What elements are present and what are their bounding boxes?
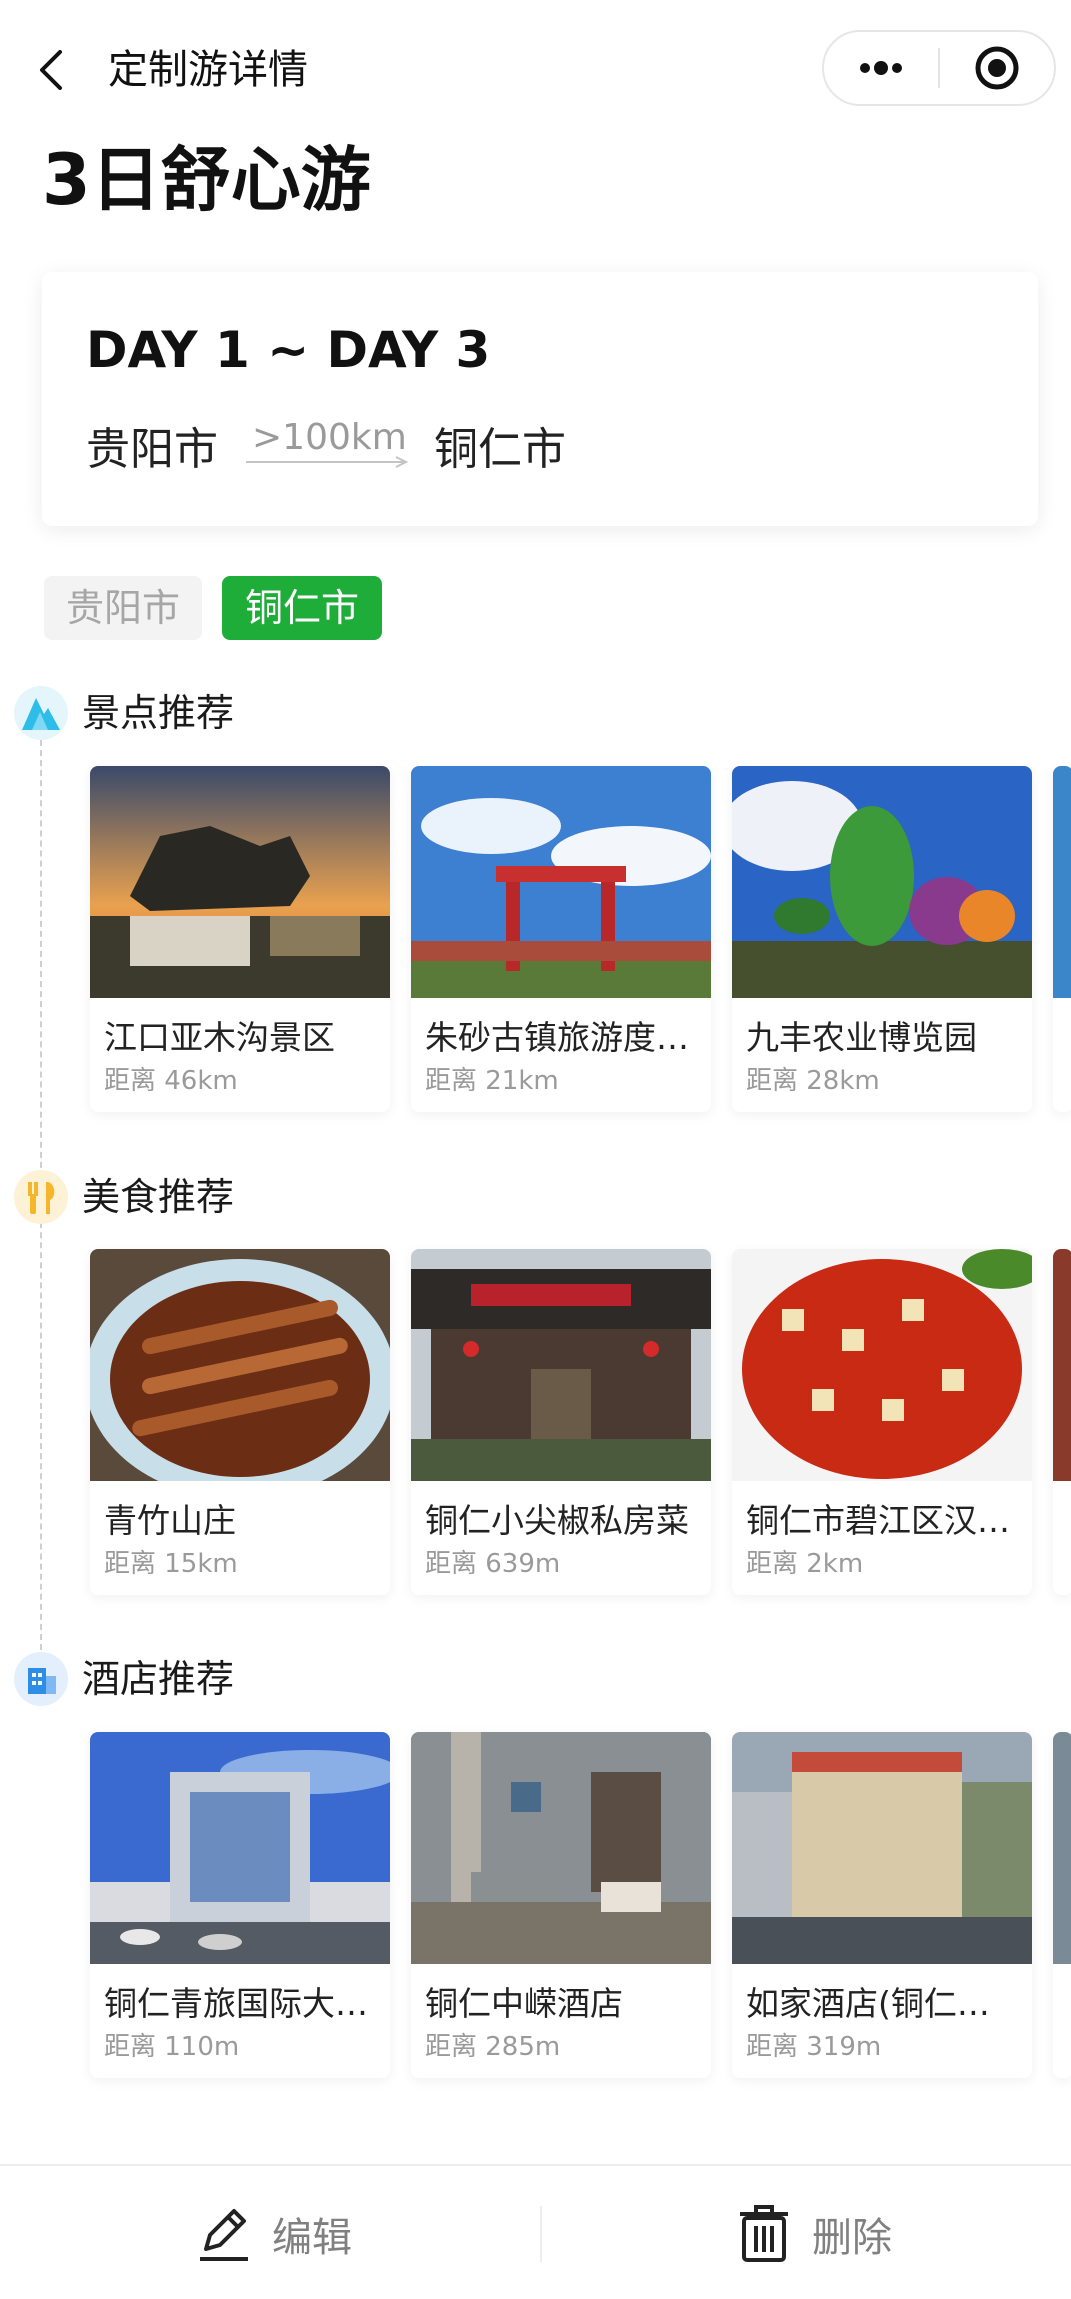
edit-button[interactable]: 编辑 — [196, 2166, 352, 2299]
delete-button[interactable]: 删除 — [736, 2166, 892, 2299]
pencil-icon — [200, 2208, 248, 2261]
bottom-action-bar: 编辑 删除 — [0, 2164, 1071, 2299]
hotel-distance: 距离 319m — [746, 2032, 882, 2062]
sight-card[interactable]: 朱砂古镇旅游度… 距离 21km — [411, 766, 711, 1112]
building-icon — [14, 1652, 68, 1706]
food-name: 铜仁市碧江区汉… — [746, 1501, 1010, 1540]
close-miniprogram-button[interactable] — [940, 32, 1054, 104]
edit-label: 编辑 — [272, 2214, 352, 2261]
food-name: 青竹山庄 — [104, 1501, 236, 1540]
route-card: DAY 1 ~ DAY 3 贵阳市 >100km 铜仁市 — [42, 272, 1038, 526]
food-photo — [1053, 1249, 1071, 1481]
route-origin: 贵阳市 — [86, 424, 218, 475]
section-title-hotels: 酒店推荐 — [82, 1657, 235, 1701]
mini-program-capsule — [822, 30, 1056, 106]
hotel-card[interactable]: 铜仁中嵘酒店 距离 285m — [411, 1732, 711, 2078]
tab-city-tongren[interactable]: 铜仁市 — [222, 576, 382, 640]
nav-title: 定制游详情 — [108, 47, 308, 93]
hotel-name: 如家酒店(铜仁火… — [746, 1984, 1022, 2023]
hotel-card[interactable]: 如家酒店(铜仁火… 距离 319m — [732, 1732, 1032, 2078]
sight-photo — [411, 766, 711, 998]
sight-name: 九丰农业博览园 — [746, 1018, 977, 1057]
food-card[interactable]: 青竹山庄 距离 15km — [90, 1249, 390, 1595]
hotel-card-partial[interactable] — [1053, 1732, 1071, 2078]
target-circle-icon — [975, 46, 1019, 90]
hotel-photo — [90, 1732, 390, 1964]
back-button[interactable] — [30, 42, 74, 98]
sight-photo — [732, 766, 1032, 998]
hotel-photo — [411, 1732, 711, 1964]
section-title-food: 美食推荐 — [82, 1175, 235, 1219]
trip-detail-page: 定制游详情 3日舒心游 DAY 1 ~ DAY 3 贵阳市 >100km 铜仁市… — [0, 0, 1071, 2299]
section-title-sights: 景点推荐 — [82, 691, 235, 735]
hotel-distance: 距离 285m — [425, 2032, 561, 2062]
more-dots-icon — [860, 61, 902, 75]
sight-card[interactable]: 九丰农业博览园 距离 28km — [732, 766, 1032, 1112]
hotel-photo — [732, 1732, 1032, 1964]
more-button[interactable] — [824, 32, 938, 104]
tab-city-guiyang[interactable]: 贵阳市 — [44, 576, 202, 640]
route-distance: >100km — [252, 417, 407, 458]
sight-distance: 距离 46km — [104, 1066, 238, 1096]
route-destination: 铜仁市 — [434, 424, 566, 475]
sight-distance: 距离 28km — [746, 1066, 880, 1096]
sight-distance: 距离 21km — [425, 1066, 559, 1096]
fork-knife-icon — [14, 1170, 68, 1224]
sight-name: 朱砂古镇旅游度… — [425, 1018, 689, 1057]
food-card[interactable]: 铜仁市碧江区汉… 距离 2km — [732, 1249, 1032, 1595]
sight-photo — [1053, 766, 1071, 998]
navigation-bar: 定制游详情 — [0, 0, 1071, 130]
sight-name: 江口亚木沟景区 — [104, 1018, 335, 1057]
food-name: 铜仁小尖椒私房菜 — [425, 1501, 689, 1540]
hotel-photo — [1053, 1732, 1071, 1964]
food-photo — [411, 1249, 711, 1481]
hotel-name: 铜仁青旅国际大… — [104, 1984, 368, 2023]
chevron-left-icon — [40, 50, 62, 90]
food-card[interactable]: 铜仁小尖椒私房菜 距离 639m — [411, 1249, 711, 1595]
sight-photo — [90, 766, 390, 998]
trash-icon — [740, 2204, 788, 2262]
food-photo — [90, 1249, 390, 1481]
mountain-icon — [14, 686, 68, 740]
food-distance: 距离 2km — [746, 1549, 864, 1579]
hotel-card[interactable]: 铜仁青旅国际大… 距离 110m — [90, 1732, 390, 2078]
bottom-bar-divider — [540, 2206, 542, 2262]
food-card-partial[interactable] — [1053, 1249, 1071, 1595]
sight-card[interactable]: 江口亚木沟景区 距离 46km — [90, 766, 390, 1112]
hotel-distance: 距离 110m — [104, 2032, 240, 2062]
food-distance: 距离 639m — [425, 1549, 561, 1579]
food-photo — [732, 1249, 1032, 1481]
page-title: 3日舒心游 — [42, 139, 371, 221]
delete-label: 删除 — [812, 2214, 892, 2261]
day-range: DAY 1 ~ DAY 3 — [86, 321, 491, 379]
sight-card-partial[interactable] — [1053, 766, 1071, 1112]
arrow-right-icon — [246, 456, 409, 468]
food-distance: 距离 15km — [104, 1549, 238, 1579]
hotel-name: 铜仁中嵘酒店 — [425, 1984, 623, 2023]
